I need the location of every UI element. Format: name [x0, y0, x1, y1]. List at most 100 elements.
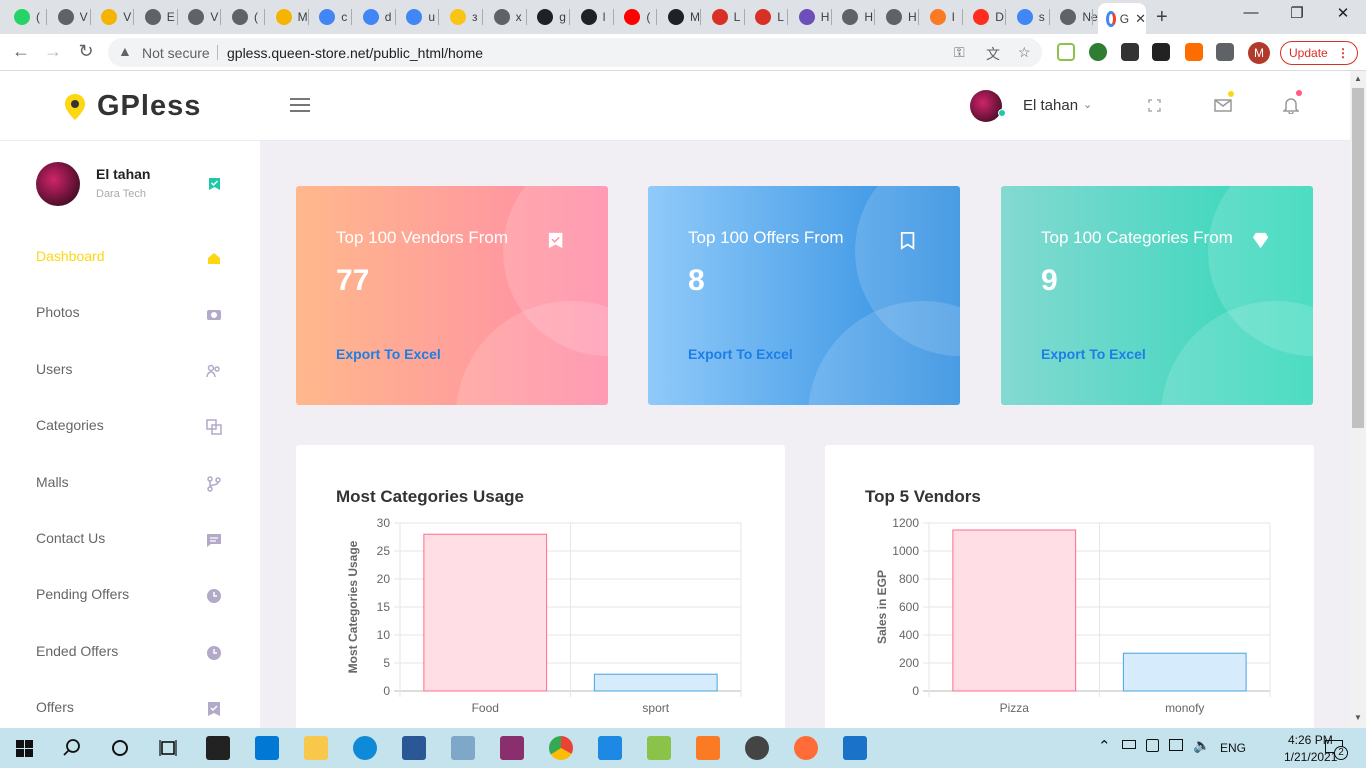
- sidebar-item-dashboard[interactable]: Dashboard: [36, 248, 226, 272]
- logo[interactable]: GPless: [63, 90, 201, 123]
- sidebar-item-ended-offers[interactable]: Ended Offers: [36, 643, 226, 667]
- header-user-name[interactable]: El tahan: [1023, 97, 1078, 114]
- forward-button[interactable]: →: [42, 41, 64, 62]
- scroll-down-arrow[interactable]: ▼: [1354, 713, 1362, 722]
- volume-icon[interactable]: 🔈: [1193, 737, 1210, 754]
- browser-tab[interactable]: H: [832, 4, 874, 30]
- extension-c-icon[interactable]: [1185, 43, 1203, 61]
- fullscreen-icon[interactable]: [1148, 99, 1161, 112]
- browser-tab[interactable]: H: [876, 4, 918, 30]
- network-icon[interactable]: [1169, 739, 1183, 751]
- browser-tab[interactable]: V: [91, 4, 133, 30]
- key-icon[interactable]: ⚿: [954, 44, 965, 61]
- task-view-icon[interactable]: [159, 739, 177, 757]
- browser-tab[interactable]: L: [745, 4, 787, 30]
- language-indicator[interactable]: ENG: [1220, 741, 1246, 755]
- browser-tab[interactable]: з: [440, 4, 482, 30]
- export-excel-link[interactable]: Export To Excel: [688, 346, 793, 362]
- browser-tab[interactable]: x: [484, 4, 526, 30]
- sidebar-item-pending-offers[interactable]: Pending Offers: [36, 586, 226, 610]
- browser-tab[interactable]: (: [4, 4, 46, 30]
- github-icon: [537, 9, 554, 25]
- scroll-up-arrow[interactable]: ▲: [1354, 74, 1362, 83]
- browser-tab[interactable]: H: [789, 4, 831, 30]
- export-excel-link[interactable]: Export To Excel: [1041, 346, 1146, 362]
- browser-tab[interactable]: E: [135, 4, 177, 30]
- extension-sheet-icon[interactable]: [1057, 43, 1075, 61]
- chrome-icon[interactable]: [549, 736, 573, 760]
- url-text[interactable]: gpless.queen-store.net/public_html/home: [227, 45, 483, 61]
- browser-tab[interactable]: (: [222, 4, 264, 30]
- bell-icon[interactable]: [1283, 96, 1299, 114]
- browser-tab[interactable]: V: [48, 4, 90, 30]
- cortana-icon[interactable]: [111, 739, 129, 757]
- back-button[interactable]: ←: [10, 41, 32, 62]
- browser-tab[interactable]: d: [353, 4, 395, 30]
- export-excel-link[interactable]: Export To Excel: [336, 346, 441, 362]
- sidebar-item-offers[interactable]: Offers: [36, 699, 226, 723]
- browser-tab[interactable]: I: [920, 4, 962, 30]
- notepad-icon[interactable]: [451, 736, 475, 760]
- photos-icon[interactable]: [843, 736, 867, 760]
- search-icon[interactable]: [63, 738, 81, 756]
- security-tray-icon[interactable]: [1146, 739, 1159, 752]
- user-avatar[interactable]: [970, 90, 1002, 122]
- mail-app-icon[interactable]: [255, 736, 279, 760]
- browser-tab[interactable]: (: [614, 4, 656, 30]
- security-label[interactable]: Not secure: [142, 45, 210, 61]
- word-icon[interactable]: [402, 736, 426, 760]
- page-scrollbar[interactable]: ▲ ▼: [1350, 71, 1366, 728]
- battery-icon[interactable]: [1122, 740, 1136, 749]
- browser-tab[interactable]: l: [571, 4, 613, 30]
- reload-button[interactable]: ↻: [75, 41, 97, 62]
- browser-tab[interactable]: u: [396, 4, 438, 30]
- sidebar-item-photos[interactable]: Photos: [36, 304, 226, 328]
- edge-icon[interactable]: [353, 736, 377, 760]
- warning-icon[interactable]: ▲: [118, 43, 132, 59]
- address-bar[interactable]: ▲ Not secure gpless.queen-store.net/publ…: [108, 38, 1042, 67]
- maximize-button[interactable]: ❐: [1274, 4, 1320, 28]
- chevron-up-icon[interactable]: ⌃: [1098, 737, 1111, 755]
- browser-tab[interactable]: L: [702, 4, 744, 30]
- notepadpp-icon[interactable]: [647, 736, 671, 760]
- sidebar-item-malls[interactable]: Malls: [36, 474, 226, 498]
- sidebar-item-contact-us[interactable]: Contact Us: [36, 530, 226, 554]
- browser-tab[interactable]: M: [266, 4, 308, 30]
- close-window-button[interactable]: ✕: [1320, 4, 1366, 28]
- scroll-thumb[interactable]: [1352, 88, 1364, 428]
- y-tick-label: 1000: [892, 544, 919, 558]
- browser-tab[interactable]: s: [1007, 4, 1049, 30]
- store-icon[interactable]: [206, 736, 230, 760]
- xampp-icon[interactable]: [696, 736, 720, 760]
- update-button[interactable]: Update ⋮: [1280, 41, 1358, 65]
- extension-globe-icon[interactable]: [1089, 43, 1107, 61]
- star-icon[interactable]: ☆: [1018, 44, 1031, 61]
- windows-start-icon[interactable]: [16, 740, 33, 757]
- sidebar-item-users[interactable]: Users: [36, 361, 226, 385]
- browser-tab[interactable]: M: [658, 4, 700, 30]
- close-tab-icon[interactable]: ✕: [1135, 11, 1146, 27]
- file-explorer-icon[interactable]: [304, 736, 328, 760]
- settings-gear-icon[interactable]: [745, 736, 769, 760]
- sidebar-item-categories[interactable]: Categories: [36, 417, 226, 441]
- browser-tab[interactable]: D: [963, 4, 1005, 30]
- sidebar-user-name[interactable]: El tahan: [96, 166, 150, 182]
- menu-toggle-icon[interactable]: [290, 98, 310, 112]
- postman-icon[interactable]: [794, 736, 818, 760]
- extension-off-icon[interactable]: [1152, 43, 1170, 61]
- sidebar-avatar[interactable]: [36, 162, 80, 206]
- browser-tab[interactable]: c: [309, 4, 351, 30]
- translate-icon[interactable]: 文: [986, 44, 1000, 64]
- browser-tab[interactable]: V: [178, 4, 220, 30]
- winrar-icon[interactable]: [500, 736, 524, 760]
- extension-record-icon[interactable]: [1121, 43, 1139, 61]
- minimize-button[interactable]: —: [1228, 4, 1274, 28]
- new-tab-button[interactable]: +: [1156, 6, 1168, 29]
- profile-avatar[interactable]: M: [1248, 42, 1270, 64]
- puzzle-icon[interactable]: [1216, 43, 1234, 61]
- tab-active[interactable]: G ✕: [1098, 3, 1146, 34]
- mail-icon[interactable]: [1214, 99, 1232, 112]
- vscode-icon[interactable]: [598, 736, 622, 760]
- browser-tab[interactable]: g: [527, 4, 569, 30]
- chevron-down-icon[interactable]: ⌄: [1083, 98, 1092, 111]
